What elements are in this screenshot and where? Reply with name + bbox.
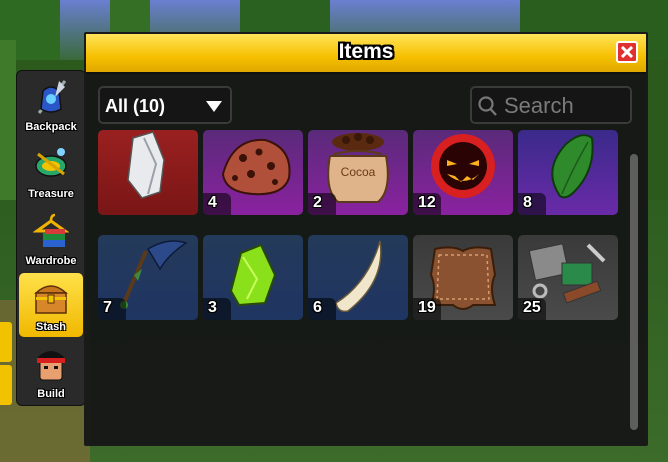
side-label-treasure: Treasure <box>28 188 74 200</box>
scrollbar-thumb[interactable] <box>630 154 638 430</box>
side-menu: Backpack Treasure Wardrobe Stash Build <box>16 70 86 406</box>
filter-selected-value: All (10) <box>105 96 166 116</box>
item-slot[interactable]: 6 <box>308 235 408 320</box>
panel-header: Items <box>86 34 646 74</box>
item-count: 6 <box>313 299 322 316</box>
item-count: 8 <box>523 194 532 211</box>
panel-title: Items <box>338 40 394 63</box>
chest-icon <box>34 285 68 314</box>
item-slot[interactable]: 8 <box>518 130 618 215</box>
item-slot[interactable]: 3 <box>203 235 303 320</box>
item-count: 3 <box>208 299 217 316</box>
cocoa-bag-label: Cocoa <box>341 165 376 179</box>
item-slot[interactable]: 12 <box>413 130 513 215</box>
side-button-backpack[interactable]: Backpack <box>19 73 83 137</box>
item-slot[interactable]: 25 <box>518 235 618 320</box>
close-icon <box>621 46 633 58</box>
item-slot[interactable]: Cocoa 2 <box>308 130 408 215</box>
build-avatar-icon <box>37 351 65 381</box>
side-tab[interactable] <box>0 322 12 362</box>
side-label-wardrobe: Wardrobe <box>25 255 77 267</box>
search-input[interactable] <box>502 92 630 120</box>
item-slot[interactable]: 19 <box>413 235 513 320</box>
item-count: 25 <box>523 299 541 316</box>
side-button-build[interactable]: Build <box>19 340 83 404</box>
side-tab[interactable] <box>0 365 12 405</box>
item-slot[interactable]: 7 <box>98 235 198 320</box>
item-count: 2 <box>313 194 322 211</box>
items-panel: Items All (10) Search 4 Cocoa 2 12 8 7 3… <box>84 32 648 446</box>
item-count: 7 <box>103 299 112 316</box>
backpack-icon <box>37 80 67 114</box>
treasure-icon <box>35 148 67 177</box>
wardrobe-icon <box>33 213 69 247</box>
side-button-stash[interactable]: Stash <box>19 273 83 337</box>
side-label-backpack: Backpack <box>25 121 77 133</box>
side-label-stash: Stash <box>36 321 66 333</box>
item-slot[interactable] <box>98 130 198 215</box>
category-filter-dropdown[interactable]: All (10) <box>98 86 232 124</box>
item-count: 19 <box>418 299 436 316</box>
search-box <box>470 86 632 124</box>
close-button[interactable] <box>616 41 638 63</box>
item-count: 4 <box>208 194 217 211</box>
crystal-shard-icon <box>127 131 165 199</box>
chevron-down-icon <box>206 101 222 112</box>
item-slot[interactable]: 4 <box>203 130 303 215</box>
side-button-treasure[interactable]: Treasure <box>19 140 83 204</box>
side-button-wardrobe[interactable]: Wardrobe <box>19 207 83 271</box>
items-grid: 4 Cocoa 2 12 8 7 3 6 19 25 <box>98 130 623 322</box>
search-icon <box>478 96 497 116</box>
scrollbar[interactable] <box>630 154 638 430</box>
side-label-build: Build <box>37 388 65 400</box>
item-count: 12 <box>418 194 436 211</box>
